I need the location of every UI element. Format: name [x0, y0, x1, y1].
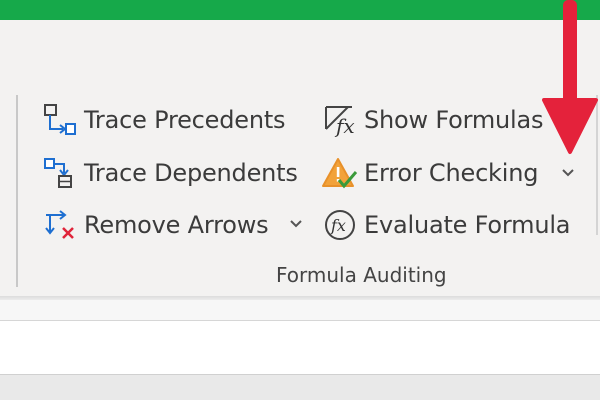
trace-dependents-label: Trace Dependents: [84, 159, 298, 187]
chevron-down-icon: [562, 169, 574, 177]
show-formulas-button[interactable]: fx Show Formulas: [320, 100, 544, 140]
trace-dependents-icon: [40, 155, 80, 191]
error-checking-dropdown[interactable]: [558, 163, 578, 183]
svg-text:fx: fx: [334, 114, 355, 137]
worksheet-area[interactable]: [0, 321, 600, 374]
remove-arrows-label: Remove Arrows: [84, 211, 269, 239]
trace-precedents-button[interactable]: Trace Precedents: [40, 100, 286, 140]
evaluate-formula-icon: fx: [320, 207, 360, 243]
evaluate-formula-label: Evaluate Formula: [364, 211, 571, 239]
formula-bar[interactable]: [0, 300, 600, 321]
remove-arrows-dropdown[interactable]: [286, 214, 306, 234]
error-checking-label: Error Checking: [364, 159, 539, 187]
chevron-down-icon: [290, 220, 302, 228]
remove-arrows-icon: [40, 207, 80, 243]
group-separator: [16, 95, 18, 287]
error-checking-button[interactable]: Error Checking: [320, 153, 538, 193]
annotation-arrow-icon: [542, 0, 598, 154]
show-formulas-label: Show Formulas: [364, 106, 544, 134]
column-header-strip: [0, 374, 600, 400]
evaluate-formula-button[interactable]: fx Evaluate Formula: [320, 205, 571, 245]
trace-precedents-label: Trace Precedents: [84, 106, 286, 134]
error-checking-icon: [320, 155, 360, 191]
trace-dependents-button[interactable]: Trace Dependents: [40, 153, 298, 193]
remove-arrows-button[interactable]: Remove Arrows: [40, 205, 269, 245]
show-formulas-icon: fx: [320, 102, 360, 138]
title-bar: [0, 0, 600, 20]
svg-text:fx: fx: [330, 216, 346, 235]
excel-window: Trace Precedents Trace Dependents Remove…: [0, 0, 600, 400]
group-label-formula-auditing: Formula Auditing: [276, 263, 447, 287]
trace-precedents-icon: [40, 102, 80, 138]
